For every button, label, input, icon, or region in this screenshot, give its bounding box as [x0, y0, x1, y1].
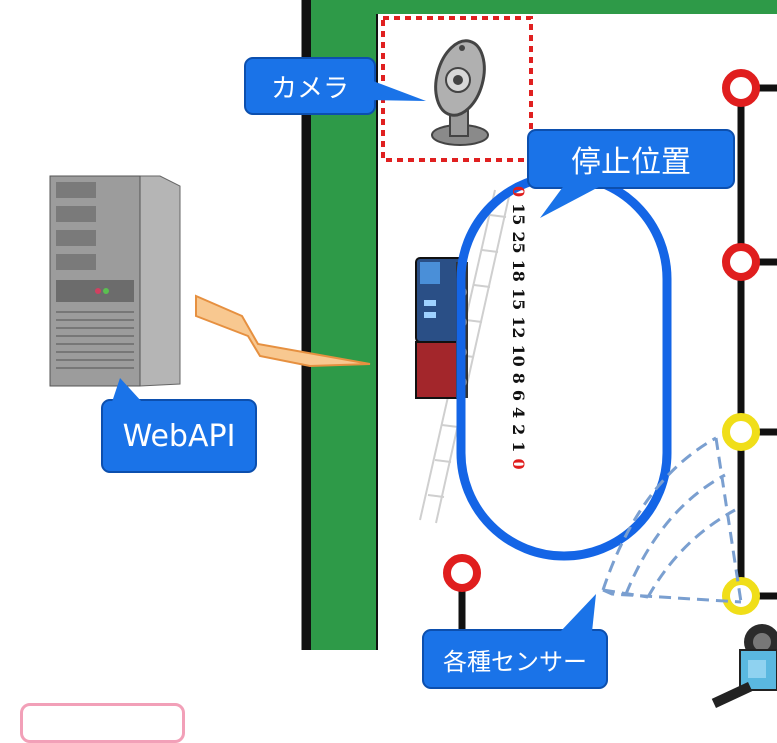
stop-number: 10: [509, 344, 529, 367]
stop-number: 2: [509, 424, 529, 436]
partial-frame: [20, 703, 185, 743]
stop-number: 25: [509, 231, 529, 254]
stop-circle-red: [722, 243, 760, 281]
diagram-svg: [49, 0, 777, 708]
stop-number: 4: [509, 407, 529, 419]
sensors-label: 各種センサー: [443, 647, 587, 676]
stop-number: 1: [509, 441, 529, 453]
webapi-label: WebAPI: [122, 418, 236, 454]
server-icon: [49, 175, 181, 387]
stop-circle-red: [443, 554, 481, 592]
diagram-canvas: カメラ 停止位置 WebAPI 各種センサー 0 15 25 18 15 12 10 8 6 4 2…: [0, 0, 777, 743]
stop-number: 12: [509, 316, 529, 339]
stop-number: 18: [509, 259, 529, 282]
stop-number: 0: [509, 186, 529, 198]
stop-number: 15: [509, 203, 529, 226]
stop-position-label: 停止位置: [571, 145, 691, 180]
stop-number: 6: [509, 389, 529, 402]
stop-number-scale: 0 15 25 18 15 12 10 8 6 4 2 1 0: [506, 186, 532, 502]
stop-number: 0: [509, 458, 529, 470]
camera-label: カメラ: [270, 73, 349, 104]
stop-number: 8: [509, 372, 529, 384]
stop-circle-red: [722, 69, 760, 107]
stop-number: 15: [509, 287, 529, 311]
stop-circle-yellow: [722, 413, 760, 451]
